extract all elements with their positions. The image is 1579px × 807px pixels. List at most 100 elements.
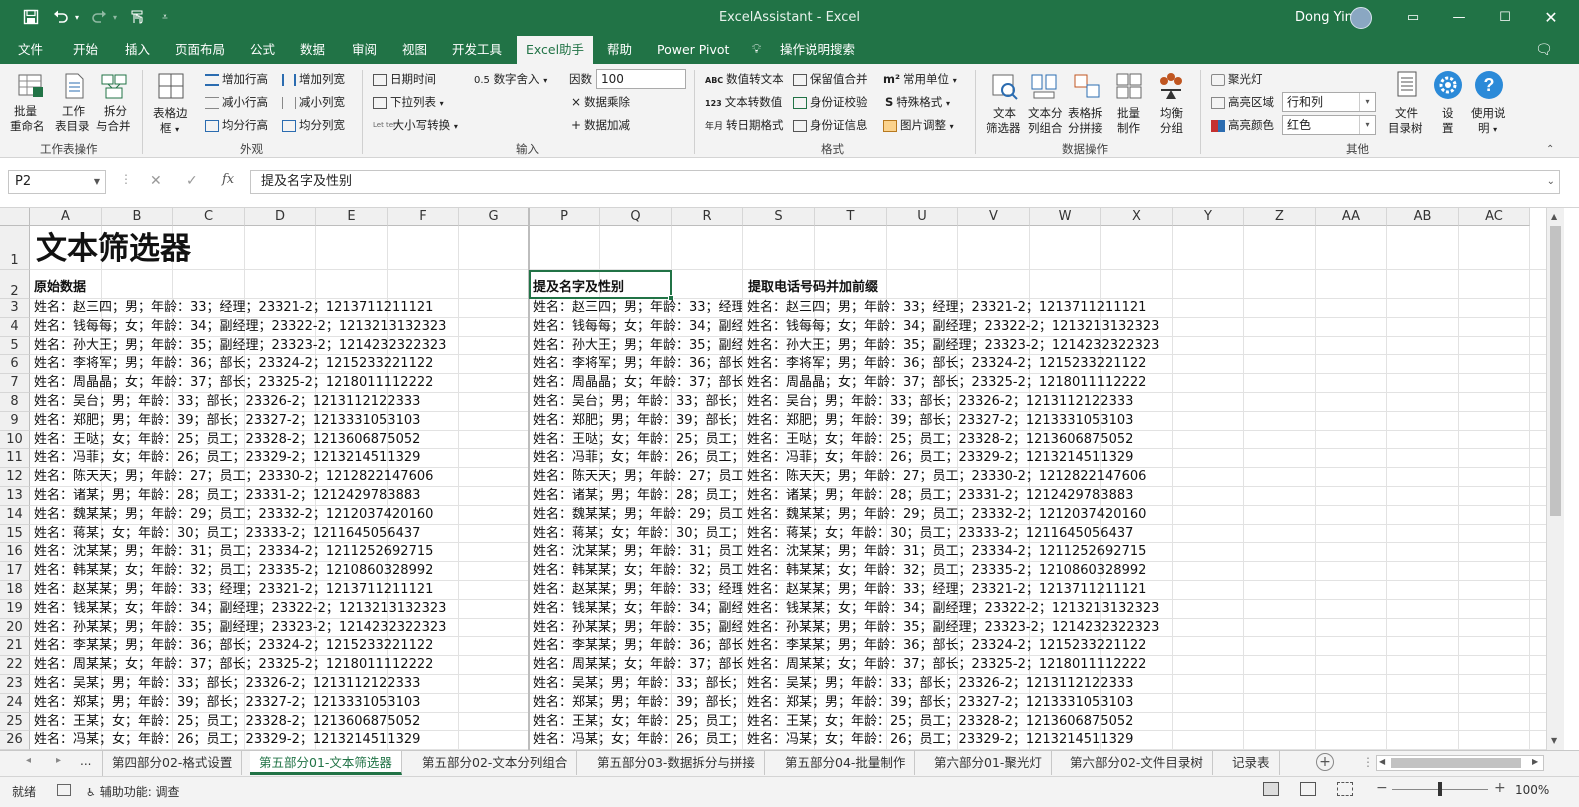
page-break-view-icon[interactable] [1337,782,1353,796]
menu-data[interactable]: 数据 [300,36,325,64]
sheet-title[interactable]: 文本筛选器 [36,230,191,268]
chevron-down-icon[interactable]: ▼ [94,171,100,193]
add-sheet-icon[interactable]: + [1316,753,1334,771]
column-header-U[interactable]: U [887,208,958,226]
redo-icon[interactable] [90,9,108,27]
column-header-V[interactable]: V [958,208,1030,226]
cell-name-gender[interactable]: 姓名：孙某某；男；年龄：35；副经理；23323-2；1214232322323 [533,618,742,637]
header-phone[interactable]: 提取电话号码并加前缀 [748,278,878,297]
cell-raw-data[interactable]: 姓名：陈天天；男；年龄：27；员工；23330-2；1212822147606 [34,467,433,486]
avatar[interactable] [1350,7,1372,29]
sheet-tab-log[interactable]: 记录表 [1223,751,1280,775]
row-header-24[interactable]: 24 [0,693,30,713]
sheet-tab-batch-make[interactable]: 第五部分04-批量制作 [776,751,916,775]
num-to-text-button[interactable]: ABC 数值转文本 [705,72,784,88]
column-header-T[interactable]: T [815,208,887,226]
cell-phone-extract[interactable]: 姓名：王哒；女；年龄：25；员工；23328-2；1213606875052 [747,430,1133,449]
column-header-W[interactable]: W [1030,208,1101,226]
multiply-divide-button[interactable]: × 数据乘除 [571,95,630,109]
column-header-AB[interactable]: AB [1387,208,1459,226]
cell-phone-extract[interactable]: 姓名：冯菲；女；年龄：26；员工；23329-2；1213214511329 [747,448,1133,467]
number-round-button[interactable]: 0.5 数字舍入 ▾ [474,72,547,88]
enter-icon[interactable]: ✓ [186,173,198,189]
row-header-15[interactable]: 15 [0,524,30,544]
touch-mode-icon[interactable] [128,9,146,27]
special-format-button[interactable]: S 特殊格式 ▾ [885,95,950,111]
row-header-8[interactable]: 8 [0,393,30,412]
batch-make-label-2[interactable]: 制作 [1117,121,1140,135]
row-header-14[interactable]: 14 [0,505,30,525]
cell-name-gender[interactable]: 姓名：冯菲；女；年龄：26；员工；23329-2；1213214511329 [533,448,742,467]
common-units-button[interactable]: m² 常用单位 ▾ [883,72,957,88]
datetime-button[interactable]: 日期时间 [373,72,436,86]
row-header-23[interactable]: 23 [0,675,30,694]
cell-raw-data[interactable]: 姓名：吴台；男；年龄：33；部长；23326-2；1213112122333 [34,392,420,411]
menu-formulas[interactable]: 公式 [250,36,275,64]
column-header-S[interactable]: S [743,208,815,226]
settings-label-2[interactable]: 置 [1442,121,1454,135]
macro-record-icon[interactable] [57,784,71,796]
cell-name-gender[interactable]: 姓名：钱某某；女；年龄：34；副经理；23322-2；1213213132323 [533,599,742,618]
cell-raw-data[interactable]: 姓名：赵某某；男；年龄：33；经理；23321-2；1213711211121 [34,580,433,599]
cell-raw-data[interactable]: 姓名：赵三四；男；年龄：33；经理；23321-2；1213711211121 [34,298,433,317]
zoom-out-icon[interactable]: − [1376,780,1388,796]
column-header-Y[interactable]: Y [1173,208,1244,226]
cell-name-gender[interactable]: 姓名：沈某某；男；年龄：31；员工；23334-2；1211252692715 [533,542,742,561]
column-header-C[interactable]: C [173,208,245,226]
cell-raw-data[interactable]: 姓名：周晶晶；女；年龄：37；部长；23325-2；1218011112222 [34,373,433,392]
reduce-row-height-button[interactable]: 减小行高 [205,95,268,109]
cell-name-gender[interactable]: 姓名：王某；女；年龄：25；员工；23328-2；1213606875052 [533,712,742,731]
undo-dropdown-icon[interactable]: ▾ [72,9,82,27]
cell-phone-extract[interactable]: 姓名：孙某某；男；年龄：35；副经理；23323-2；1214232322323 [747,618,1159,637]
cell-phone-extract[interactable]: 姓名：孙大王；男；年龄：35；副经理；23323-2；1214232322323 [747,336,1159,355]
column-header-G[interactable]: G [459,208,529,226]
select-all-corner[interactable] [0,208,30,226]
even-row-height-button[interactable]: 均分行高 [205,118,268,132]
cell-phone-extract[interactable]: 姓名：蒋某；女；年龄：30；员工；23333-2；1211645056437 [747,524,1133,543]
horizontal-scrollbar[interactable]: ◀ ▶ [1376,755,1544,771]
sheet-directory-label[interactable]: 工作 [62,104,85,118]
tab-scroll-left-icon[interactable]: ◂ [26,755,31,766]
reduce-col-width-button[interactable]: 减小列宽 [282,95,345,109]
text-column-combine-label-2[interactable]: 列组合 [1028,121,1063,135]
tell-me-search[interactable]: 操作说明搜索 [780,36,855,64]
column-header-AC[interactable]: AC [1459,208,1530,226]
expand-formula-icon[interactable]: ⌄ [1547,171,1555,193]
add-col-width-button[interactable]: 增加列宽 [282,72,345,86]
row-header-5[interactable]: 5 [0,336,30,356]
usage-help-label-2[interactable]: 明 ▾ [1478,121,1497,137]
balance-group-label[interactable]: 均衡 [1160,106,1183,120]
scroll-right-icon[interactable]: ▶ [1532,757,1538,766]
undo-icon[interactable] [52,9,70,27]
sheet-tab-text-filter[interactable]: 第五部分01-文本筛选器 [250,751,402,775]
chevron-down-icon[interactable]: ▾ [1359,93,1375,111]
cell-name-gender[interactable]: 姓名：赵三四；男；年龄：33；经理；23321-2；1213711211121 [533,298,742,317]
row-header-9[interactable]: 9 [0,411,30,431]
sheet-tab-data-split-join[interactable]: 第五部分03-数据拆分与拼接 [588,751,765,775]
row-header-19[interactable]: 19 [0,599,30,619]
cell-phone-extract[interactable]: 姓名：李将军；男；年龄：36；部长；23324-2；1215233221122 [747,354,1146,373]
sheet-tab-spotlight[interactable]: 第六部分01-聚光灯 [925,751,1052,775]
keep-merge-button[interactable]: 保留值合并 [793,72,868,86]
ribbon-display-options-icon[interactable]: ▭ [1390,0,1436,36]
add-row-height-button[interactable]: 增加行高 [205,72,268,86]
column-header-R[interactable]: R [672,208,743,226]
row-header-7[interactable]: 7 [0,374,30,393]
cell-phone-extract[interactable]: 姓名：诸某；男；年龄：28；员工；23331-2；1212429783883 [747,486,1133,505]
menu-power-pivot[interactable]: Power Pivot [657,36,729,64]
cell-name-gender[interactable]: 姓名：孙大王；男；年龄：35；副经理；23323-2；1214232322323 [533,336,742,355]
file-tree-label-2[interactable]: 目录树 [1388,121,1423,135]
cell-phone-extract[interactable]: 姓名：李某某；男；年龄：36；部长；23324-2；1215233221122 [747,636,1146,655]
cell-raw-data[interactable]: 姓名：李将军；男；年龄：36；部长；23324-2；1215233221122 [34,354,433,373]
batch-rename-label-2[interactable]: 重命名 [10,119,45,133]
maximize-icon[interactable]: ☐ [1482,0,1528,36]
row-header-1[interactable]: 1 [0,226,30,270]
table-split-join-label[interactable]: 表格拆 [1068,106,1103,120]
cell-phone-extract[interactable]: 姓名：吴某；男；年龄：33；部长；23326-2；1213112122333 [747,674,1133,693]
cell-raw-data[interactable]: 姓名：郑某；男；年龄：39；部长；23327-2；1213331053103 [34,693,420,712]
redo-dropdown-icon[interactable]: ▾ [110,9,120,27]
factor-input[interactable]: 100 [596,69,686,89]
cell-name-gender[interactable]: 姓名：李某某；男；年龄：36；部长；23324-2；1215233221122 [533,636,742,655]
cell-name-gender[interactable]: 姓名：郑肥；男；年龄：39；部长；23327-2；1213331053103 [533,411,742,430]
cell-raw-data[interactable]: 姓名：诸某；男；年龄：28；员工；23331-2；1212429783883 [34,486,420,505]
